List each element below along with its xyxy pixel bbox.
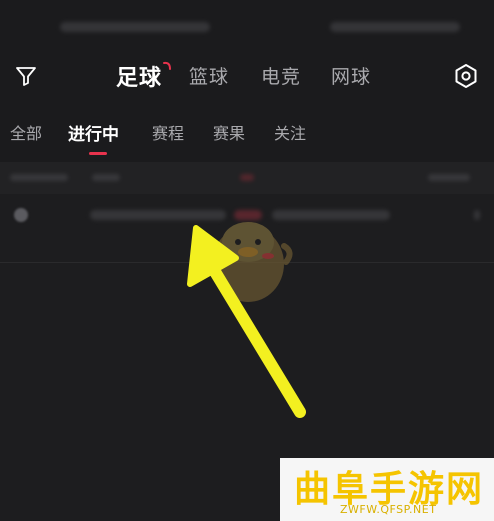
match-list-header <box>0 162 494 194</box>
list-header-blurred-extra <box>428 174 470 181</box>
subtab-schedule[interactable]: 赛程 <box>152 120 184 144</box>
chevron-right-icon <box>474 210 480 220</box>
subtab-following[interactable]: 关注 <box>274 120 306 144</box>
site-watermark: 曲阜手游网 ZWFW.QFSP.NET <box>280 458 494 521</box>
watermark-url: ZWFW.QFSP.NET <box>340 503 437 516</box>
list-header-blurred-score <box>240 174 254 181</box>
subtab-in-progress[interactable]: 进行中 <box>68 120 119 145</box>
filter-icon[interactable] <box>14 64 38 88</box>
annotation-arrow-icon <box>187 225 306 418</box>
subtab-all[interactable]: 全部 <box>10 120 42 144</box>
favorite-star-icon[interactable] <box>14 208 28 222</box>
status-tab-bar: 全部 进行中 赛程 赛果 关注 <box>0 98 494 162</box>
tab-football[interactable]: 足球 <box>116 60 162 92</box>
list-header-blurred-time <box>92 174 120 181</box>
list-header-blurred-league <box>10 174 68 181</box>
active-subtab-underline <box>89 152 107 155</box>
status-bar <box>0 0 494 56</box>
status-bar-blurred-indicators <box>330 22 460 32</box>
tab-esports[interactable]: 电竞 <box>261 62 301 89</box>
settings-icon[interactable] <box>452 62 480 90</box>
active-tab-indicator-icon <box>163 61 171 70</box>
sport-tab-bar: 足球 篮球 电竞 网球 <box>0 56 494 98</box>
status-bar-blurred-info <box>60 22 210 32</box>
tab-tennis[interactable]: 网球 <box>331 62 371 89</box>
subtab-results[interactable]: 赛果 <box>213 120 245 144</box>
tab-basketball[interactable]: 篮球 <box>189 62 229 89</box>
